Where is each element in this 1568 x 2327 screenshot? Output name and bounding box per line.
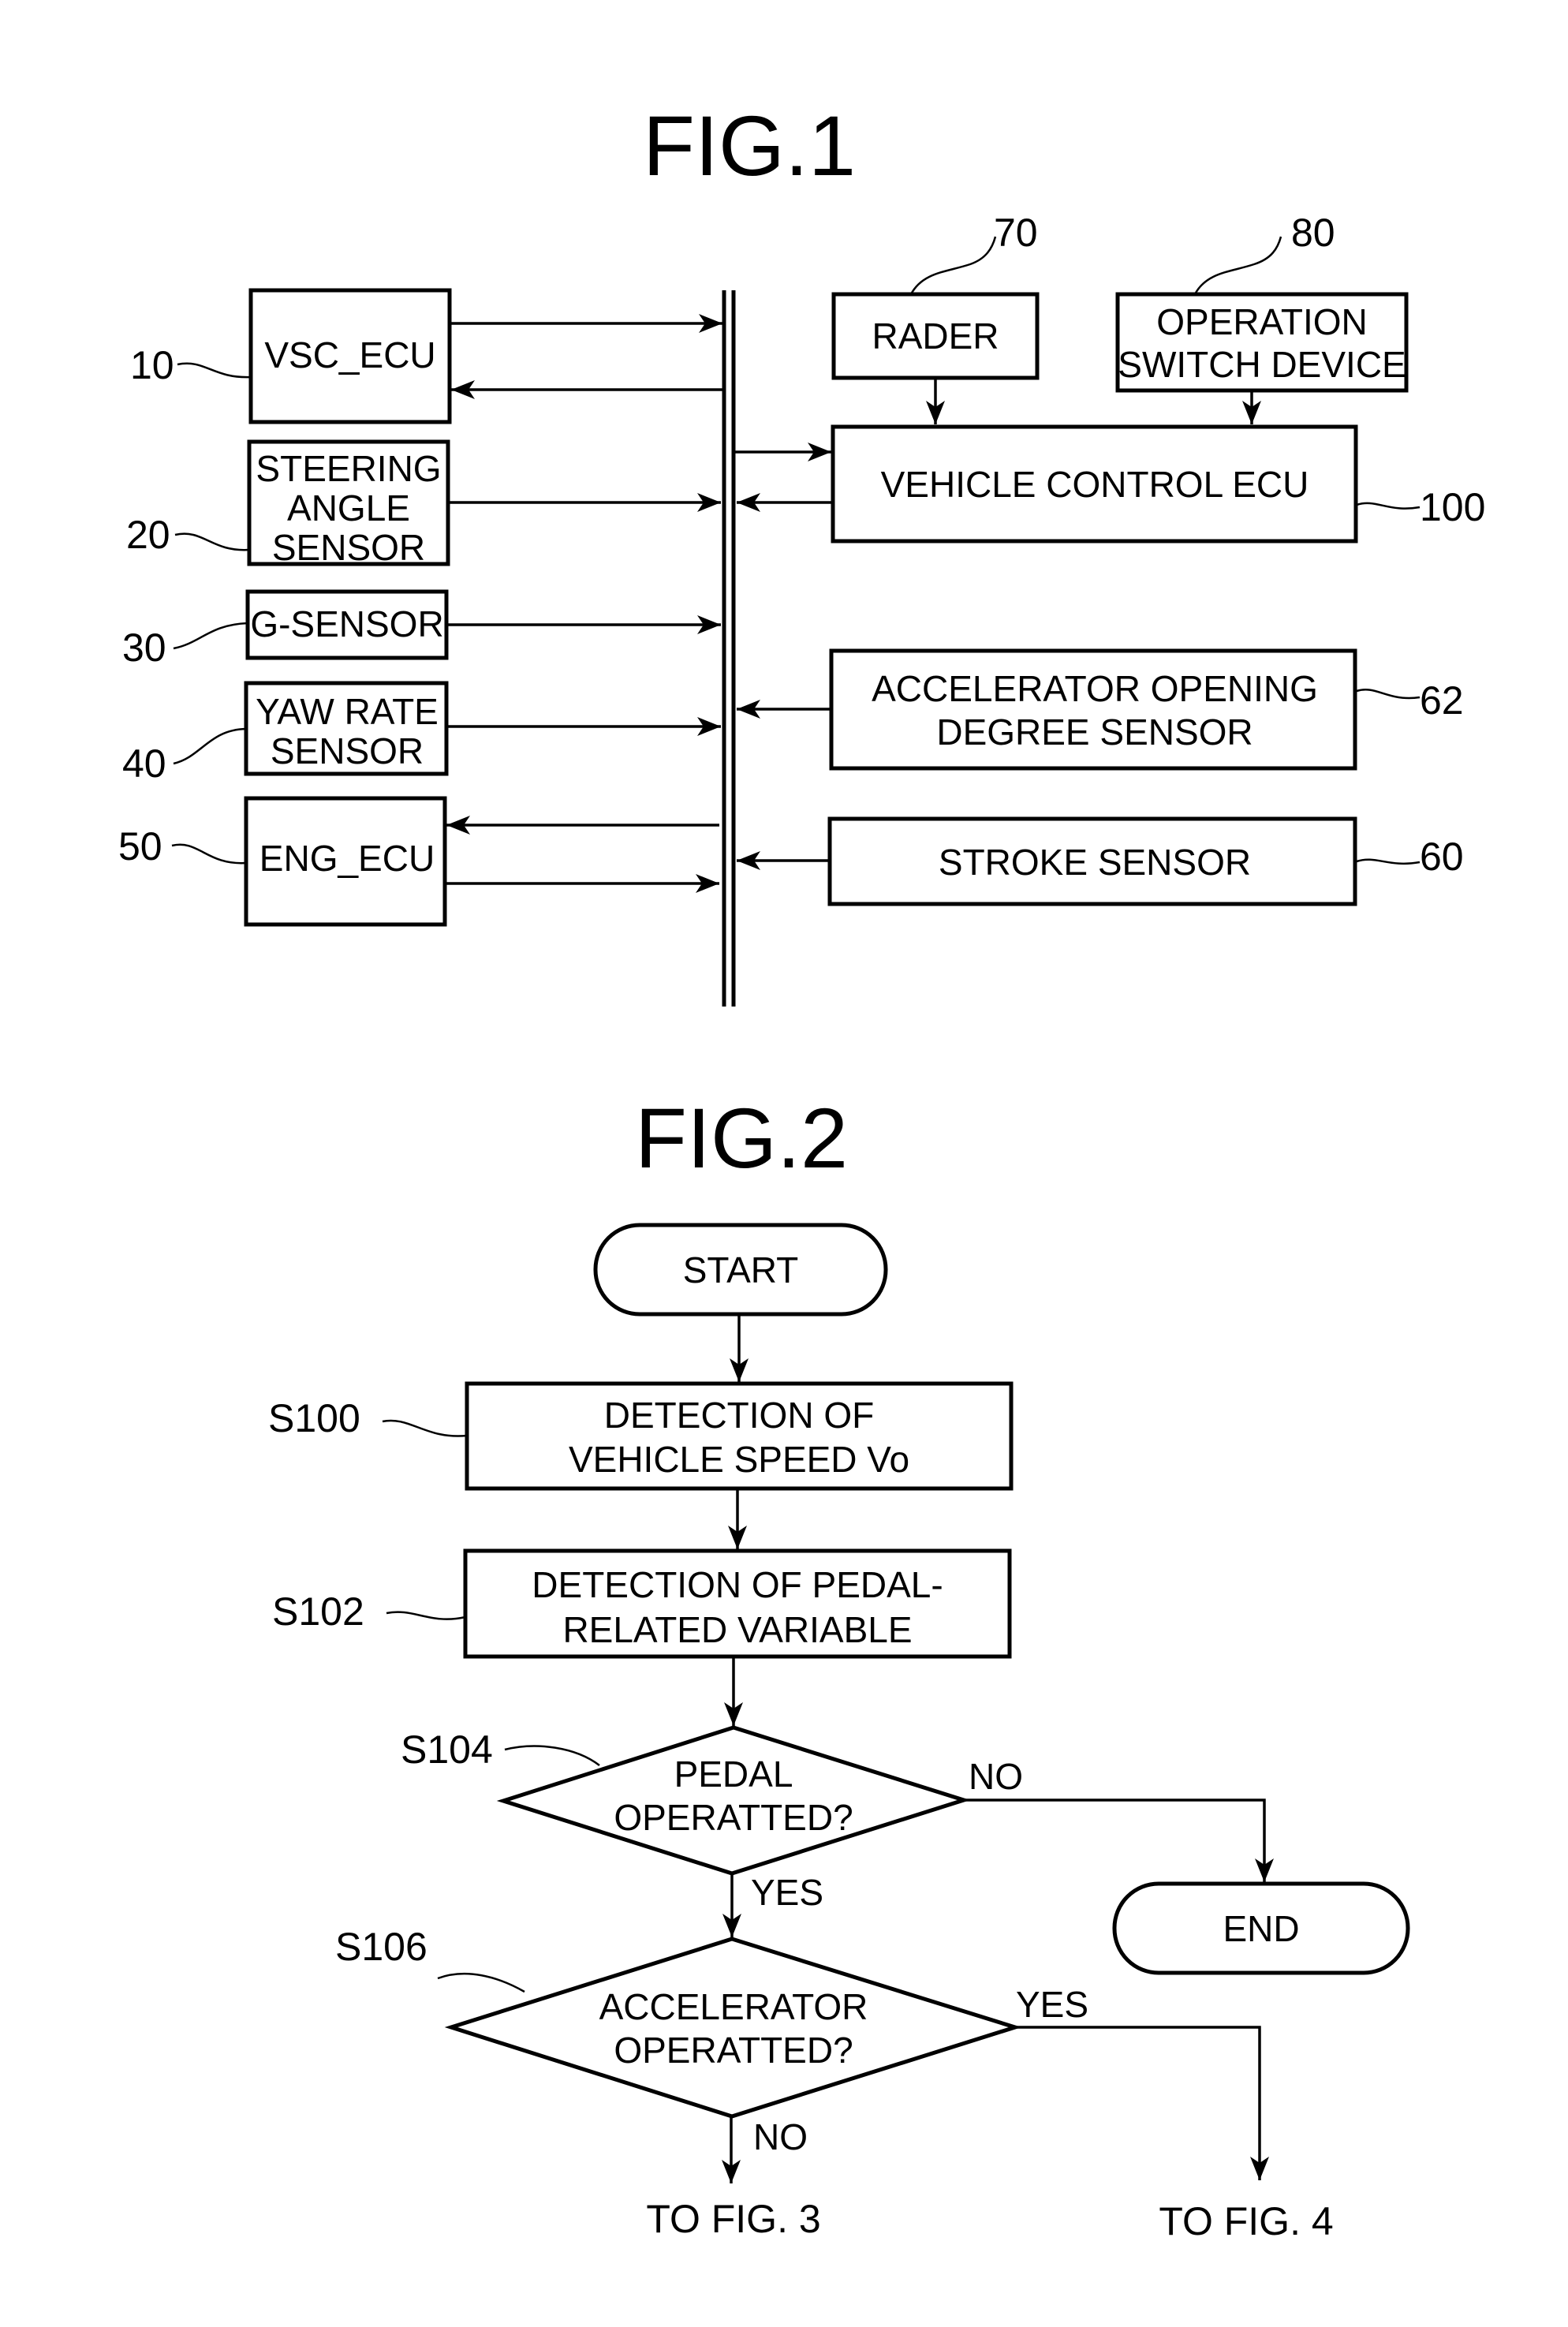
decision-s106: ACCELERATOR OPERATTED? S106: [335, 1925, 1022, 2119]
reference-numeral: 80: [1291, 211, 1335, 255]
step-label: S100: [268, 1396, 360, 1440]
process-s102: DETECTION OF PEDAL- RELATED VARIABLE S10…: [272, 1548, 1012, 1659]
arrow-s106-yes-to-fig4: [1015, 2026, 1269, 2180]
block-eng-ecu: ENG_ECU 50: [118, 796, 719, 927]
block-vehicle-control-ecu: VEHICLE CONTROL ECU 100: [735, 424, 1485, 543]
block-g-sensor: G-SENSOR 30: [122, 589, 721, 670]
leader-line: [171, 843, 247, 865]
block-label: ACCELERATOR OPENING: [872, 668, 1318, 709]
leader-line: [173, 622, 248, 650]
reference-numeral: 40: [122, 741, 166, 786]
edge-label-no: NO: [969, 1756, 1023, 1797]
node-label: PEDAL: [674, 1754, 793, 1795]
block-label: ANGLE: [287, 487, 410, 529]
node-label: DETECTION OF: [604, 1395, 874, 1436]
node-label: ACCELERATOR: [599, 1986, 868, 2027]
edge-label-no: NO: [753, 2116, 808, 2157]
edge-label-yes: YES: [1016, 1984, 1088, 2025]
reference-numeral: 70: [994, 211, 1038, 255]
terminal-start: START: [593, 1223, 888, 1317]
block-steering-angle-sensor: STEERING ANGLE SENSOR 20: [126, 439, 721, 568]
patent-drawing-sheet: FIG.1 VSC_ECU 10 STEERING ANGLE SENSOR 2…: [118, 98, 1485, 2243]
reference-numeral: 30: [122, 626, 166, 670]
reference-numeral: 60: [1420, 835, 1464, 879]
block-vsc-ecu: VSC_ECU 10: [130, 288, 722, 424]
terminal-end: END: [1112, 1881, 1410, 1975]
block-label: DEGREE SENSOR: [936, 712, 1253, 753]
step-label: S106: [335, 1925, 427, 1969]
leader-line: [1356, 502, 1421, 510]
block-accelerator-opening-degree-sensor: ACCELERATOR OPENING DEGREE SENSOR 62: [737, 648, 1464, 771]
node-label: RELATED VARIABLE: [562, 1609, 912, 1650]
figure-1: FIG.1 VSC_ECU 10 STEERING ANGLE SENSOR 2…: [118, 98, 1485, 1007]
decision-s104: PEDAL OPERATTED? S104: [401, 1725, 971, 1876]
leader-line: [174, 532, 250, 551]
reference-numeral: 10: [130, 343, 174, 387]
leader-line: [382, 1419, 468, 1437]
block-label: SENSOR: [271, 730, 424, 771]
block-label: ENG_ECU: [259, 838, 435, 879]
figure-1-title: FIG.1: [643, 98, 856, 193]
leader-line: [909, 236, 997, 295]
step-label: S102: [272, 1589, 364, 1634]
leader-line: [386, 1611, 466, 1620]
node-label: END: [1223, 1908, 1299, 1949]
figure-2-title: FIG.2: [635, 1090, 848, 1186]
block-label: VEHICLE CONTROL ECU: [881, 464, 1309, 505]
process-s100: DETECTION OF VEHICLE SPEED Vo S100: [268, 1381, 1014, 1491]
node-label: DETECTION OF PEDAL-: [532, 1564, 943, 1605]
node-label: OPERATTED?: [614, 2030, 853, 2071]
connector-to-fig-3: TO FIG. 3: [646, 2197, 820, 2241]
block-label: G-SENSOR: [250, 603, 443, 644]
reference-numeral: 20: [126, 513, 170, 557]
leader-line: [1356, 858, 1421, 865]
edge-label-yes: YES: [751, 1872, 823, 1913]
block-label: OPERATION: [1156, 301, 1368, 342]
block-label: SENSOR: [272, 527, 425, 568]
node-label: START: [683, 1249, 799, 1290]
figure-2: FIG.2 START DETECTION OF VEHICLE SPEED V…: [268, 1090, 1410, 2243]
block-label: STROKE SENSOR: [939, 842, 1251, 883]
node-label: OPERATTED?: [614, 1797, 853, 1838]
arrow-s104-no-to-end: [964, 1798, 1274, 1882]
block-label: SWITCH DEVICE: [1118, 344, 1406, 385]
reference-numeral: 100: [1420, 485, 1485, 529]
node-label: VEHICLE SPEED Vo: [569, 1439, 909, 1480]
reference-numeral: 62: [1420, 678, 1464, 723]
leader-line: [1193, 236, 1282, 295]
block-rader: RADER 70: [831, 211, 1040, 424]
leader-line: [1356, 689, 1421, 700]
block-yaw-rate-sensor: YAW RATE SENSOR 40: [122, 681, 721, 786]
leader-line: [504, 1745, 600, 1766]
block-stroke-sensor: STROKE SENSOR 60: [737, 816, 1464, 906]
reference-numeral: 50: [118, 824, 162, 868]
leader-line: [437, 1972, 525, 1993]
block-label: RADER: [872, 316, 999, 357]
block-operation-switch-device: OPERATION SWITCH DEVICE 80: [1115, 211, 1409, 424]
connector-to-fig-4: TO FIG. 4: [1159, 2199, 1333, 2243]
step-label: S104: [401, 1728, 493, 1772]
block-label: STEERING: [256, 448, 441, 489]
leader-line: [177, 362, 252, 379]
leader-line: [173, 727, 247, 765]
block-label: YAW RATE: [256, 691, 439, 732]
block-label: VSC_ECU: [264, 334, 435, 375]
